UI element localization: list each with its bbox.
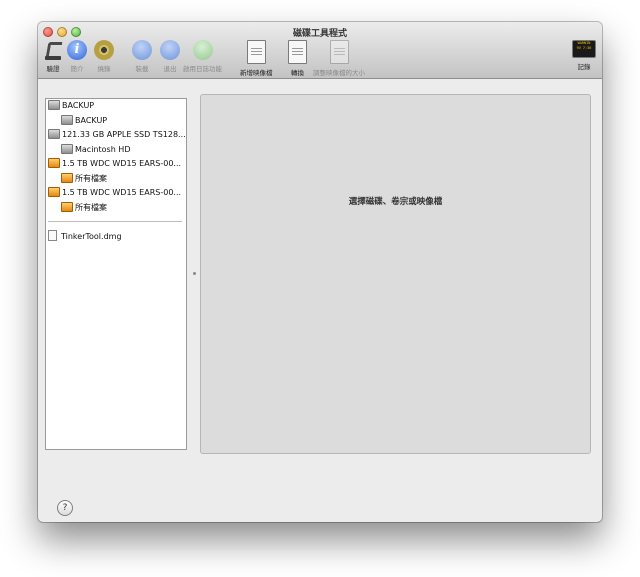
toolbar-info-button[interactable]: i 簡介	[67, 40, 87, 73]
toolbar-label: 裝載	[135, 65, 149, 73]
verify-icon	[43, 40, 63, 60]
volume-icon	[61, 143, 73, 154]
sidebar-item-disk[interactable]: 121.33 GB APPLE SSD TS128...	[48, 128, 186, 141]
detail-pane: 選擇磁碟、卷宗或映像檔	[200, 94, 591, 454]
toolbar-label: 新增映像檔	[240, 69, 273, 77]
sidebar-item-disk[interactable]: BACKUP	[48, 99, 95, 112]
toolbar-burn-button[interactable]: 燒錄	[94, 40, 114, 73]
toolbar-label: 簡介	[70, 65, 84, 73]
window-title: 磁碟工具程式	[292, 29, 347, 39]
external-volume-icon	[61, 172, 73, 183]
sidebar-item-label: BACKUP	[62, 101, 95, 110]
dmg-file-icon	[48, 230, 57, 241]
internal-disk-icon	[48, 128, 60, 139]
toolbar-label: 燒錄	[97, 65, 111, 73]
sidebar-divider	[48, 221, 182, 222]
log-icon-text: 9V 7:36	[576, 46, 592, 50]
info-icon: i	[67, 40, 87, 60]
sidebar-item-label: Macintosh HD	[75, 145, 131, 154]
toolbar-convert-button[interactable]: 轉換	[288, 40, 307, 77]
toolbar-label: 驗證	[46, 65, 60, 73]
mount-icon	[132, 40, 152, 60]
sidebar-item-label: TinkerTool.dmg	[61, 232, 122, 241]
sidebar-item-disk[interactable]: 1.5 TB WDC WD15 EARS-00...	[48, 186, 182, 199]
toolbar-label: 啟用日誌功能	[183, 65, 222, 73]
sidebar-item-label: BACKUP	[75, 116, 108, 125]
log-icon: WARNIN 9V 7:36	[572, 40, 596, 58]
disk-utility-window: 磁碟工具程式 驗證 i 簡介 燒錄 裝載 退出 啟用日誌功能 新增映像檔 轉換 …	[38, 22, 602, 522]
journal-icon	[192, 40, 213, 60]
sidebar-item-volume[interactable]: 所有檔案	[61, 172, 107, 185]
sidebar-item-image[interactable]: TinkerTool.dmg	[48, 230, 122, 243]
convert-icon	[288, 40, 307, 64]
external-disk-icon	[48, 157, 60, 168]
title-toolbar-bar: 磁碟工具程式 驗證 i 簡介 燒錄 裝載 退出 啟用日誌功能 新增映像檔 轉換 …	[38, 22, 602, 79]
external-volume-icon	[61, 201, 73, 212]
sidebar-item-label: 1.5 TB WDC WD15 EARS-00...	[62, 159, 182, 168]
sidebar-item-label: 1.5 TB WDC WD15 EARS-00...	[62, 188, 182, 197]
toolbar-label: 轉換	[291, 69, 304, 77]
burn-icon	[94, 40, 114, 60]
empty-selection-message: 選擇磁碟、卷宗或映像檔	[348, 197, 443, 207]
toolbar-label: 記錄	[577, 63, 591, 71]
device-sidebar: BACKUP BACKUP 121.33 GB APPLE SSD TS128.…	[45, 98, 187, 450]
sidebar-item-disk[interactable]: 1.5 TB WDC WD15 EARS-00...	[48, 157, 182, 170]
split-view-handle[interactable]	[193, 272, 196, 275]
new-image-icon	[246, 40, 266, 64]
toolbar-log-button[interactable]: WARNIN 9V 7:36 記錄	[572, 40, 596, 71]
resize-image-icon	[329, 40, 349, 64]
sidebar-item-volume[interactable]: 所有檔案	[61, 201, 107, 214]
sidebar-item-label: 121.33 GB APPLE SSD TS128...	[62, 130, 186, 139]
log-icon-text: WARNIN	[577, 41, 591, 45]
eject-icon	[160, 40, 180, 60]
sidebar-item-label: 所有檔案	[75, 203, 107, 212]
toolbar-journal-button[interactable]: 啟用日誌功能	[183, 40, 222, 73]
toolbar-verify-button[interactable]: 驗證	[43, 40, 63, 73]
external-disk-icon	[48, 186, 60, 197]
toolbar-label: 調整映像檔的大小	[313, 69, 365, 77]
help-button[interactable]: ?	[57, 500, 73, 516]
sidebar-item-label: 所有檔案	[75, 174, 107, 183]
toolbar-new-image-button[interactable]: 新增映像檔	[240, 40, 273, 77]
toolbar-resize-image-button[interactable]: 調整映像檔的大小	[313, 40, 365, 77]
sidebar-item-volume[interactable]: BACKUP	[61, 114, 108, 127]
sidebar-item-volume[interactable]: Macintosh HD	[61, 143, 131, 156]
internal-disk-icon	[48, 99, 60, 110]
toolbar-label: 退出	[163, 65, 177, 73]
volume-icon	[61, 114, 73, 125]
toolbar-mount-button[interactable]: 裝載	[132, 40, 152, 73]
toolbar-eject-button[interactable]: 退出	[160, 40, 180, 73]
